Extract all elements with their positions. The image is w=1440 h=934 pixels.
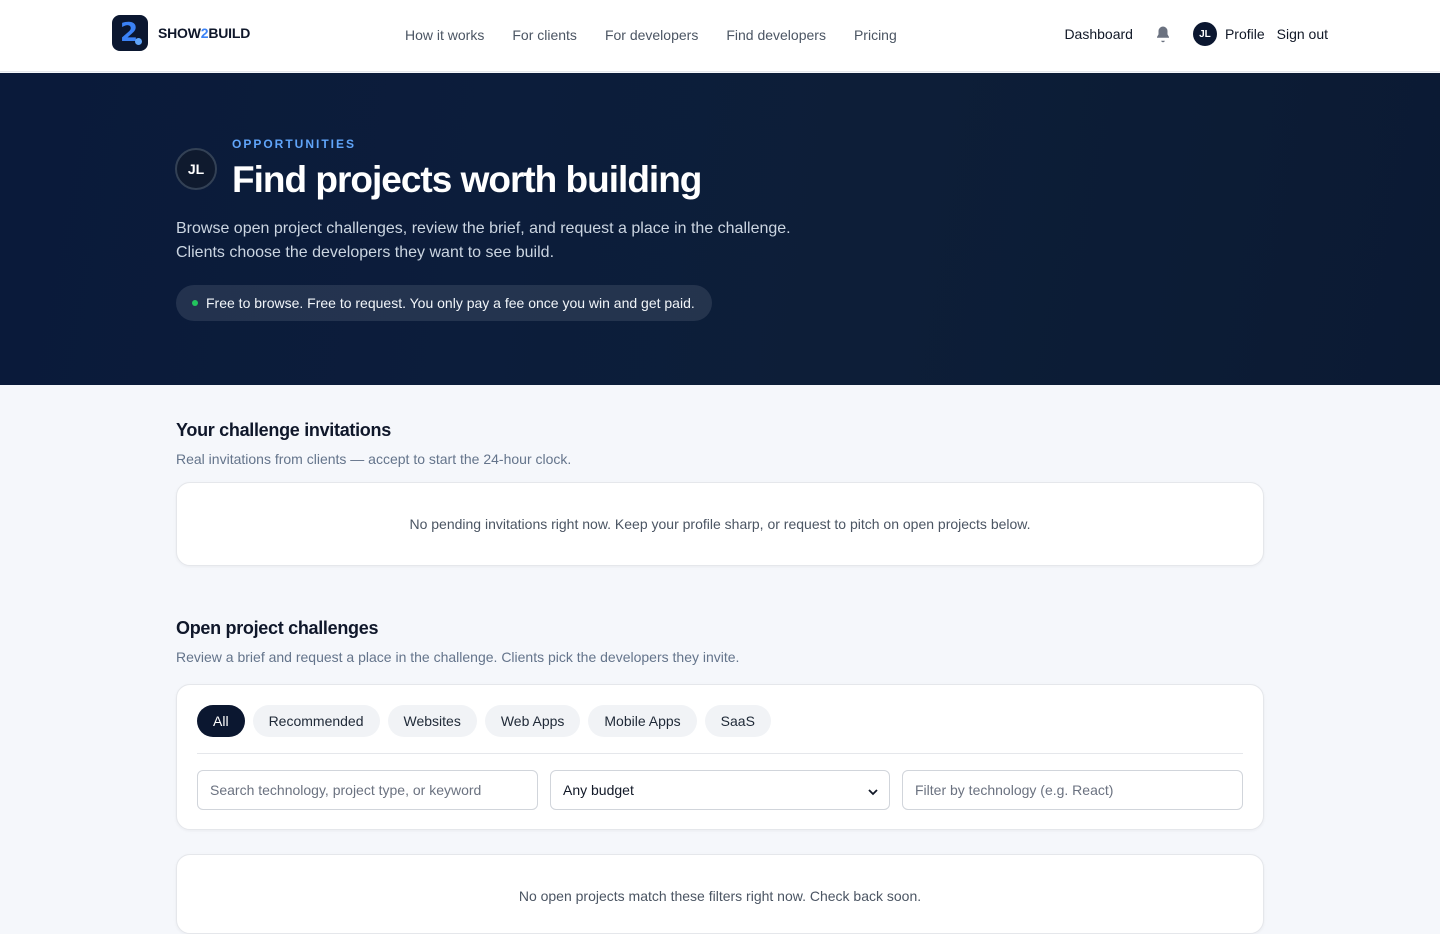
user-avatar[interactable]: JL xyxy=(1192,22,1217,46)
filter-chip-recommended[interactable]: Recommended xyxy=(252,705,380,737)
main-nav: How it works For clients For developers … xyxy=(405,27,897,43)
filters-divider xyxy=(197,753,1243,754)
category-filter-chips: All Recommended Websites Web Apps Mobile… xyxy=(197,705,771,737)
brand-name-prefix: SHOW xyxy=(158,25,201,41)
hero-description-line-2: Clients choose the developers they want … xyxy=(176,244,555,261)
filter-chip-all[interactable]: All xyxy=(197,705,245,737)
search-input[interactable]: Search technology, project type, or keyw… xyxy=(197,770,538,810)
brand-name: SHOW2BUILD xyxy=(158,25,250,41)
filter-chip-web-apps[interactable]: Web Apps xyxy=(484,705,581,737)
brand-name-suffix: BUILD xyxy=(208,25,251,41)
budget-select-value: Any budget xyxy=(563,782,634,798)
technology-filter-placeholder: Filter by technology (e.g. React) xyxy=(915,782,1114,798)
profile-link[interactable]: Profile xyxy=(1225,26,1265,42)
technology-filter-input[interactable]: Filter by technology (e.g. React) xyxy=(902,770,1243,810)
hero-banner: JL OPPORTUNITIES Find projects worth bui… xyxy=(0,73,1440,385)
filter-chip-saas[interactable]: SaaS xyxy=(704,705,771,737)
open-projects-title: Open project challenges xyxy=(176,618,379,638)
page-title: Find projects worth building xyxy=(232,159,702,200)
nav-link-pricing[interactable]: Pricing xyxy=(854,27,897,43)
hero-description: Browse open project challenges, review t… xyxy=(176,217,876,265)
hero-eyebrow: OPPORTUNITIES xyxy=(232,137,357,151)
open-projects-results-card: No open projects match these filters rig… xyxy=(176,854,1264,934)
invitations-subtitle: Real invitations from clients — accept t… xyxy=(176,451,572,467)
filters-card: All Recommended Websites Web Apps Mobile… xyxy=(176,684,1264,830)
nav-link-for-developers[interactable]: For developers xyxy=(605,27,698,43)
dashboard-link[interactable]: Dashboard xyxy=(1064,26,1133,42)
sign-out-link[interactable]: Sign out xyxy=(1277,26,1328,42)
open-projects-empty-message: No open projects match these filters rig… xyxy=(518,888,922,904)
invitations-empty-message: No pending invitations right now. Keep y… xyxy=(409,516,1031,532)
search-input-placeholder: Search technology, project type, or keyw… xyxy=(210,782,482,798)
brand-logo-icon: 2 xyxy=(112,15,148,51)
logo-dot xyxy=(135,38,142,45)
user-menu: Dashboard JL Profile Sign out xyxy=(1064,22,1328,46)
bell-icon[interactable] xyxy=(1153,24,1173,44)
hero-description-line-1: Browse open project challenges, review t… xyxy=(176,220,791,237)
fee-info-pill: Free to browse. Free to request. You onl… xyxy=(176,285,712,321)
top-navigation-bar: 2 SHOW2BUILD How it works For clients Fo… xyxy=(0,0,1440,72)
filter-chip-mobile-apps[interactable]: Mobile Apps xyxy=(588,705,697,737)
nav-link-for-clients[interactable]: For clients xyxy=(512,27,577,43)
filter-chip-websites[interactable]: Websites xyxy=(387,705,477,737)
brand-logo-link[interactable]: 2 SHOW2BUILD xyxy=(112,15,250,51)
open-projects-subtitle: Review a brief and request a place in th… xyxy=(176,649,740,665)
invitations-title: Your challenge invitations xyxy=(176,420,391,440)
hero-avatar: JL xyxy=(175,148,217,190)
invitations-card: No pending invitations right now. Keep y… xyxy=(176,482,1264,566)
nav-link-how-it-works[interactable]: How it works xyxy=(405,27,484,43)
chevron-down-icon xyxy=(867,785,879,801)
fee-info-text: Free to browse. Free to request. You onl… xyxy=(206,295,695,311)
nav-link-find-developers[interactable]: Find developers xyxy=(726,27,826,43)
status-dot-icon xyxy=(192,300,198,306)
budget-select[interactable]: Any budget xyxy=(550,770,890,810)
